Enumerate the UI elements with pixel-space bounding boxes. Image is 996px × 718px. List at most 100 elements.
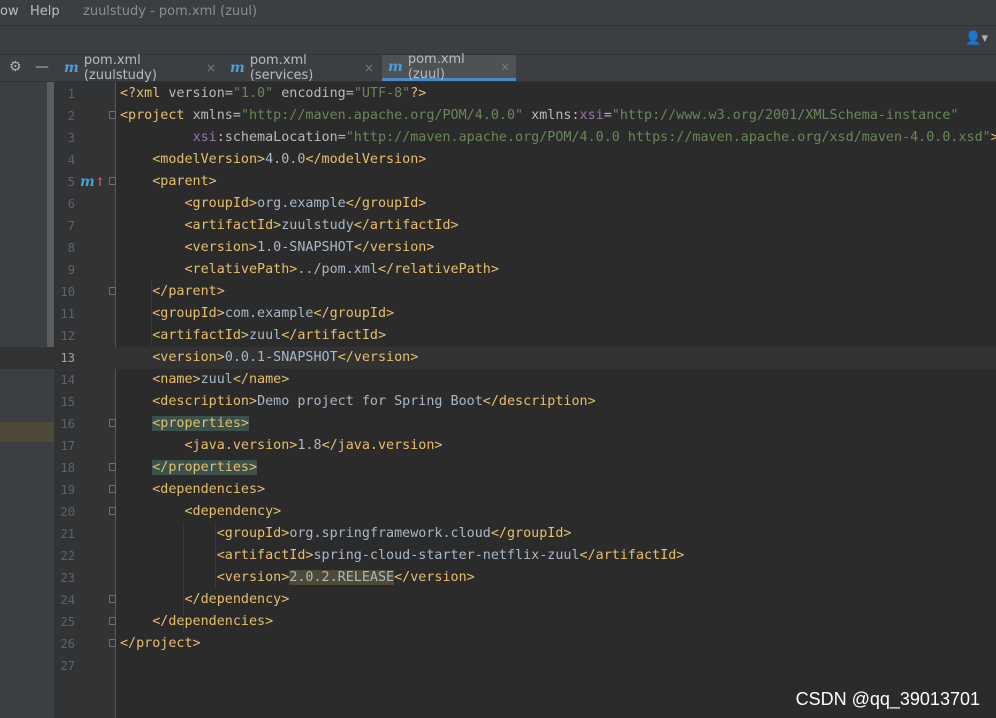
- maven-parent-icon[interactable]: m↑: [80, 171, 105, 193]
- code-line[interactable]: 13 <version>0.0.1-SNAPSHOT</version>: [0, 347, 996, 369]
- code-text: <dependencies>: [120, 479, 265, 501]
- code-token: </dependency>: [184, 592, 290, 607]
- code-line[interactable]: 24 </dependency>: [0, 589, 996, 611]
- line-number: 17: [60, 439, 75, 453]
- code-line[interactable]: 9 <relativePath>../pom.xml</relativePath…: [0, 259, 996, 281]
- code-line[interactable]: 6 <groupId>org.example</groupId>: [0, 193, 996, 215]
- code-line[interactable]: 25 </dependencies>: [0, 611, 996, 633]
- code-text: <artifactId>spring-cloud-starter-netflix…: [120, 545, 685, 567]
- code-token: </groupId>: [490, 526, 572, 541]
- maven-icon: m: [230, 60, 245, 76]
- fold-icon[interactable]: [109, 595, 116, 603]
- close-icon[interactable]: ×: [500, 60, 510, 74]
- code-line[interactable]: 1 <?xml version="1.0" encoding="UTF-8"?>: [0, 83, 996, 105]
- code-token: version: [168, 86, 225, 101]
- code-line[interactable]: 22 <artifactId>spring-cloud-starter-netf…: [0, 545, 996, 567]
- minimize-icon[interactable]: —: [35, 59, 49, 75]
- code-line[interactable]: 10 </parent>: [0, 281, 996, 303]
- code-line[interactable]: 12 <artifactId>zuul</artifactId>: [0, 325, 996, 347]
- close-icon[interactable]: ×: [364, 61, 374, 75]
- code-token: </version>: [394, 570, 475, 585]
- menu-help[interactable]: Help: [30, 4, 60, 19]
- maven-glyph: m: [80, 174, 95, 190]
- code-token: </java.version>: [321, 438, 443, 453]
- code-token: 0.0.1-SNAPSHOT: [224, 350, 338, 365]
- fold-icon[interactable]: [109, 463, 116, 471]
- line-number: 4: [67, 153, 75, 167]
- code-text: <version>1.0-SNAPSHOT</version>: [120, 237, 435, 259]
- code-token: =: [603, 108, 612, 123]
- code-token: zuul: [249, 328, 282, 343]
- code-text: <java.version>1.8</java.version>: [120, 435, 443, 457]
- tab-pom-zuulstudy[interactable]: m pom.xml (zuulstudy) ×: [58, 53, 222, 83]
- code-line[interactable]: 4 <modelVersion>4.0.0</modelVersion>: [0, 149, 996, 171]
- code-token: Demo project for Spring Boot: [257, 394, 483, 409]
- line-number: 10: [60, 285, 75, 299]
- code-line[interactable]: 19 <dependencies>: [0, 479, 996, 501]
- code-token: "1.0": [232, 86, 274, 101]
- line-number: 24: [60, 593, 75, 607]
- code-token: <?xml: [120, 86, 169, 101]
- code-line[interactable]: 7 <artifactId>zuulstudy</artifactId>: [0, 215, 996, 237]
- code-token: =: [224, 86, 233, 101]
- code-line[interactable]: 18 </properties>: [0, 457, 996, 479]
- fold-icon[interactable]: [109, 617, 116, 625]
- gear-icon[interactable]: ⚙: [9, 59, 22, 75]
- fold-icon[interactable]: [109, 419, 116, 427]
- code-line[interactable]: 2 <project xmlns="http://maven.apache.org…: [0, 105, 996, 127]
- fold-icon[interactable]: [109, 507, 116, 515]
- fold-icon[interactable]: [109, 639, 116, 647]
- code-text: <artifactId>zuul</artifactId>: [120, 325, 386, 347]
- code-token: </artifactId>: [579, 548, 685, 563]
- code-text: <parent>: [120, 171, 217, 193]
- code-token: <relativePath>: [184, 262, 298, 277]
- code-token: <properties>: [152, 416, 249, 431]
- code-editor[interactable]: 1 <?xml version="1.0" encoding="UTF-8"?> 2…: [0, 82, 996, 718]
- code-text: </properties>: [120, 457, 258, 479]
- code-line[interactable]: 16 <properties>: [0, 413, 996, 435]
- line-number: 20: [60, 505, 75, 519]
- fold-icon[interactable]: [109, 111, 116, 119]
- fold-icon[interactable]: [109, 287, 116, 295]
- code-line[interactable]: 5 m↑ <parent>: [0, 171, 996, 193]
- code-token: ../pom.xml: [297, 262, 378, 277]
- code-line[interactable]: 11 <groupId>com.example</groupId>: [0, 303, 996, 325]
- code-token: <artifactId>: [216, 548, 314, 563]
- tab-pom-services[interactable]: m pom.xml (services) ×: [224, 53, 380, 83]
- code-line[interactable]: 17 <java.version>1.8</java.version>: [0, 435, 996, 457]
- close-icon[interactable]: ×: [206, 61, 216, 75]
- code-line[interactable]: 20 <dependency>: [0, 501, 996, 523]
- code-line[interactable]: 3 xsi:schemaLocation="http://maven.apach…: [0, 127, 996, 149]
- code-line[interactable]: 15 <description>Demo project for Spring …: [0, 391, 996, 413]
- code-token: 1.8: [297, 438, 322, 453]
- code-token: 4.0.0: [265, 152, 306, 167]
- code-line[interactable]: 8 <version>1.0-SNAPSHOT</version>: [0, 237, 996, 259]
- code-token: <groupId>: [152, 306, 225, 321]
- code-line[interactable]: 21 <groupId>org.springframework.cloud</g…: [0, 523, 996, 545]
- code-token: </groupId>: [345, 196, 427, 211]
- code-line[interactable]: 26 </project>: [0, 633, 996, 655]
- code-token: 1.0-SNAPSHOT: [257, 240, 354, 255]
- user-icon[interactable]: 👤▾: [965, 31, 988, 46]
- code-token: "http://maven.apache.org/POM/4.0.0": [240, 108, 524, 123]
- code-text: <version>2.0.2.RELEASE</version>: [120, 567, 475, 589]
- tab-pom-zuul[interactable]: m pom.xml (zuul) ×: [382, 52, 516, 82]
- code-token: <dependency>: [184, 504, 282, 519]
- code-text: <dependency>: [120, 501, 282, 523]
- code-line[interactable]: 23 <version>2.0.2.RELEASE</version>: [0, 567, 996, 589]
- code-text: xsi:schemaLocation="http://maven.apache.…: [120, 127, 996, 149]
- line-number: 3: [67, 131, 75, 145]
- code-text: <relativePath>../pom.xml</relativePath>: [120, 259, 499, 281]
- toolbar: 👤▾: [0, 25, 996, 55]
- fold-icon[interactable]: [109, 485, 116, 493]
- menu-window[interactable]: ow: [0, 4, 19, 19]
- code-line[interactable]: 27: [0, 655, 996, 677]
- code-line[interactable]: 14 <name>zuul</name>: [0, 369, 996, 391]
- code-token: <groupId>: [184, 196, 258, 211]
- fold-icon[interactable]: [109, 177, 116, 185]
